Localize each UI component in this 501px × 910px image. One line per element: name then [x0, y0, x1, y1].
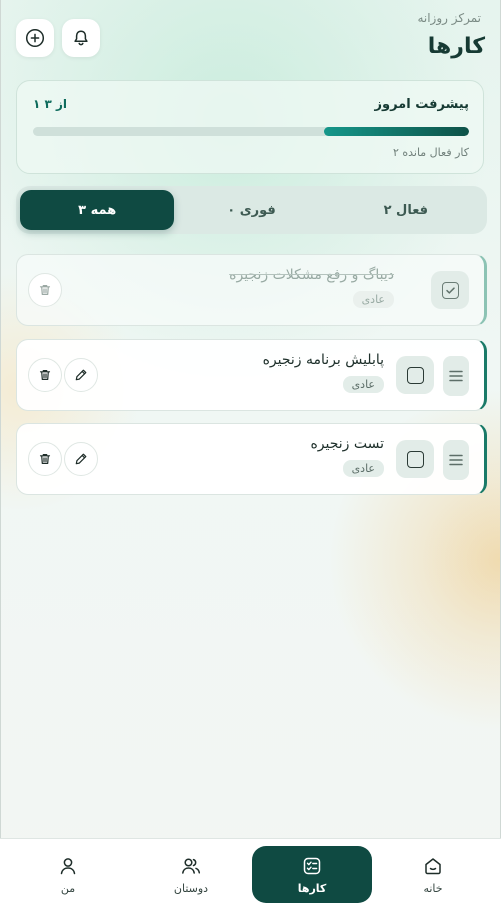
home-icon	[425, 857, 441, 874]
task-card: تست زنجیره عادی	[16, 423, 487, 495]
priority-badge: عادی	[342, 376, 384, 393]
progress-count: ۱ از ۳	[33, 97, 68, 111]
tab-all[interactable]: همه ۳	[20, 190, 175, 230]
bottom-nav: خانه کارها دوستان من	[0, 838, 501, 910]
trash-icon	[39, 285, 51, 295]
delete-task-button[interactable]	[28, 273, 62, 307]
task-checkbox[interactable]	[396, 356, 434, 394]
plus-circle-icon	[25, 28, 45, 48]
nav-label: دوستان	[173, 881, 209, 895]
drag-handle[interactable]	[443, 440, 469, 480]
edit-icon	[75, 369, 87, 381]
page-subtitle: تمرکز روزانه	[417, 11, 481, 25]
drag-handle-icon	[449, 454, 463, 466]
delete-task-button[interactable]	[28, 358, 62, 392]
progress-title: پیشرفت امروز	[374, 97, 469, 112]
progress-bar-fill	[323, 127, 469, 136]
bell-icon	[74, 30, 88, 46]
nav-item-profile[interactable]: من	[8, 846, 128, 903]
nav-label: من	[60, 881, 76, 895]
nav-item-home[interactable]: خانه	[373, 846, 493, 903]
filter-tabs: فعال ۲ فوری ۰ همه ۳	[16, 186, 487, 234]
edit-icon	[75, 453, 87, 465]
task-card: دیباگ و رفع مشکلات زنجیره عادی	[16, 254, 487, 326]
tab-urgent[interactable]: فوری ۰	[174, 190, 328, 230]
task-title: پابلیش برنامه زنجیره	[262, 352, 384, 368]
priority-badge: عادی	[352, 291, 394, 308]
nav-item-tasks[interactable]: کارها	[252, 846, 372, 903]
priority-badge: عادی	[342, 460, 384, 477]
edit-task-button[interactable]	[64, 442, 98, 476]
delete-task-button[interactable]	[28, 442, 62, 476]
drag-handle[interactable]	[443, 356, 469, 396]
friends-icon	[182, 857, 201, 874]
notifications-button[interactable]	[62, 19, 100, 57]
task-checkbox[interactable]	[431, 271, 469, 309]
edit-task-button[interactable]	[64, 358, 98, 392]
task-checkbox[interactable]	[396, 440, 434, 478]
tab-active[interactable]: فعال ۲	[329, 190, 483, 230]
tasks-icon	[303, 857, 321, 874]
progress-card: پیشرفت امروز ۱ از ۳ ۲ کار فعال مانده	[16, 80, 484, 174]
trash-icon	[39, 370, 51, 380]
progress-bar	[33, 127, 469, 136]
check-icon	[445, 286, 455, 294]
task-title: دیباگ و رفع مشکلات زنجیره	[229, 267, 394, 283]
nav-label: کارها	[297, 881, 327, 895]
nav-item-friends[interactable]: دوستان	[131, 846, 251, 903]
app: تمرکز روزانه کارها پیشرفت امروز ۱ از ۳ ۲…	[0, 0, 501, 910]
drag-handle-icon	[449, 370, 463, 382]
user-icon	[60, 857, 76, 874]
add-task-button[interactable]	[16, 19, 54, 57]
task-card: پابلیش برنامه زنجیره عادی	[16, 339, 487, 411]
task-title: تست زنجیره	[310, 436, 384, 452]
progress-remaining: ۲ کار فعال مانده	[392, 146, 469, 159]
nav-label: خانه	[423, 881, 443, 895]
trash-icon	[39, 454, 51, 464]
page-title: کارها	[427, 34, 485, 59]
